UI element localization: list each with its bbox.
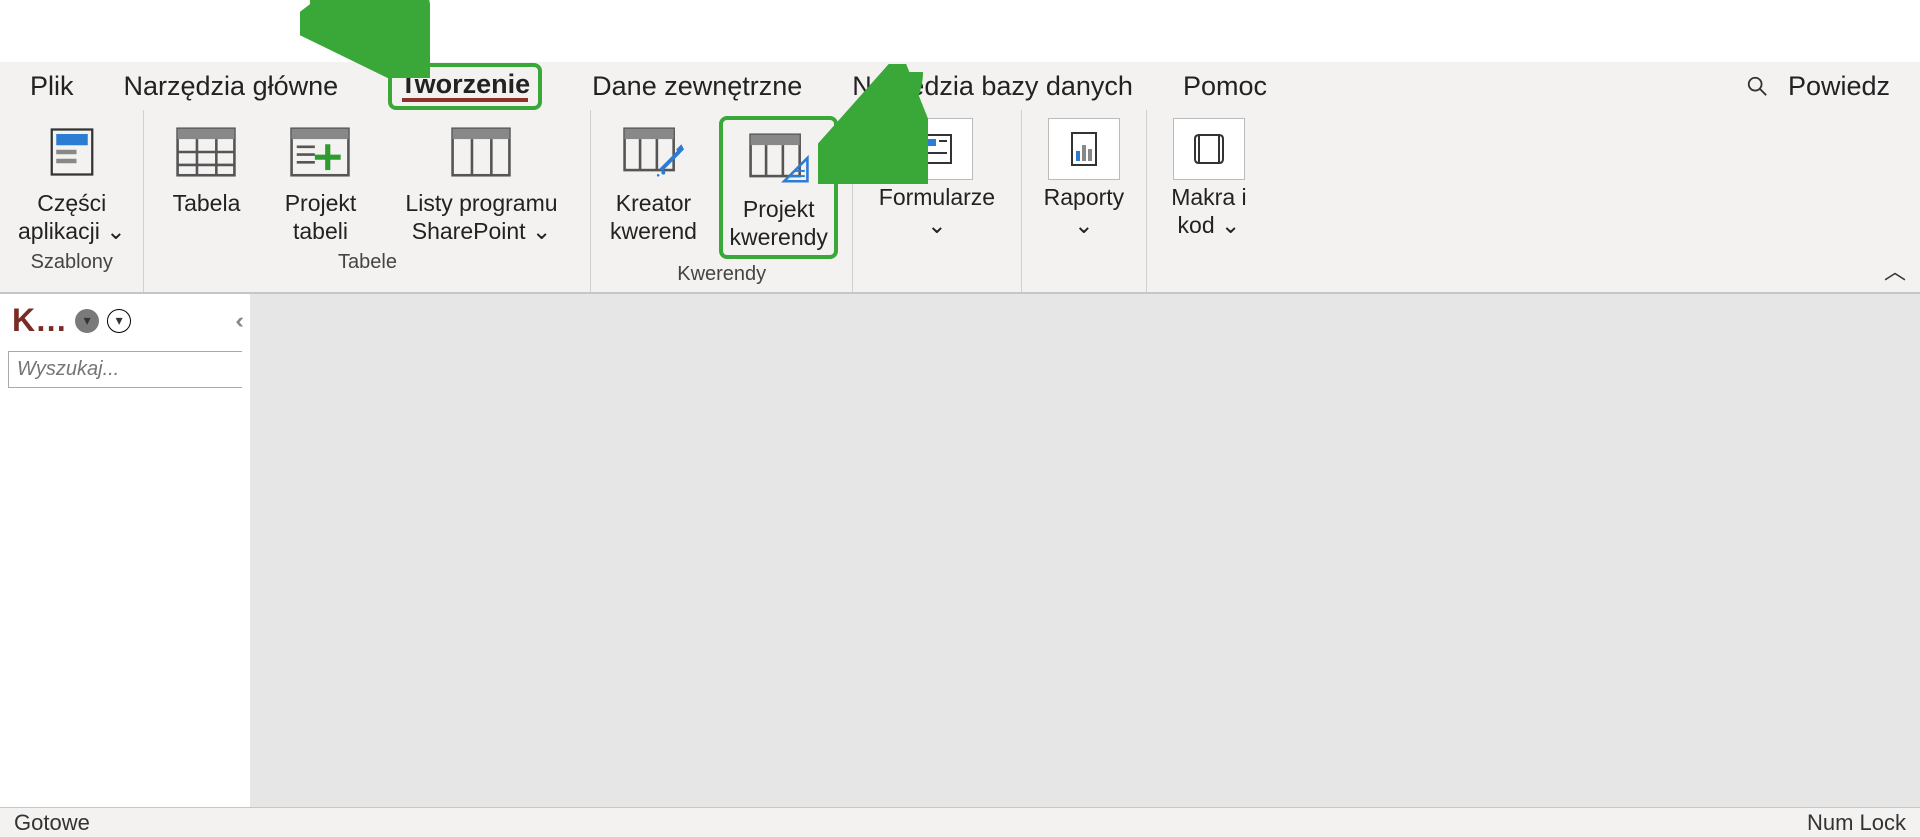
- document-area: [250, 294, 1920, 807]
- query-wizard-button[interactable]: Kreator kwerend: [605, 116, 701, 247]
- tab-file[interactable]: Plik: [30, 71, 74, 102]
- ribbon-tabs: Plik Narzędzia główne Tworzenie Dane zew…: [0, 62, 1920, 110]
- ribbon: Części aplikacji ⌄ Szablony: [0, 110, 1920, 294]
- form-icon: [917, 129, 957, 169]
- sharepoint-lists-button[interactable]: Listy programu SharePoint ⌄: [386, 116, 576, 247]
- tab-database-tools[interactable]: Narzędzia bazy danych: [852, 71, 1133, 102]
- nav-filter-dropdown[interactable]: ▾: [107, 309, 131, 333]
- status-text: Gotowe: [14, 810, 90, 836]
- tab-help[interactable]: Pomoc: [1183, 71, 1267, 102]
- nav-collapse-icon[interactable]: ‹‹: [235, 308, 238, 334]
- status-bar: Gotowe Num Lock: [0, 807, 1920, 837]
- group-label-tables: Tabele: [338, 247, 397, 278]
- application-parts-button[interactable]: Części aplikacji ⌄: [14, 116, 129, 247]
- query-wizard-icon: [622, 126, 684, 178]
- navigation-pane: K… ▾ ▾ ‹‹: [0, 294, 250, 807]
- sharepoint-icon: [450, 126, 512, 178]
- query-design-icon: [748, 132, 810, 184]
- app-parts-icon: [45, 125, 99, 179]
- forms-button[interactable]: Formularze ⌄: [867, 116, 1007, 241]
- table-design-icon: [289, 126, 351, 178]
- table-button[interactable]: Tabela: [158, 116, 254, 220]
- reports-button[interactable]: Raporty ⌄: [1036, 116, 1132, 241]
- search-icon: [1746, 75, 1768, 97]
- tell-me[interactable]: Powiedz: [1788, 71, 1890, 102]
- group-label-queries: Kwerendy: [677, 259, 766, 290]
- report-icon: [1064, 129, 1104, 169]
- group-label-templates: Szablony: [31, 247, 113, 278]
- nav-category-dropdown[interactable]: ▾: [75, 309, 99, 333]
- table-design-button[interactable]: Projekt tabeli: [272, 116, 368, 247]
- query-design-button[interactable]: Projekt kwerendy: [719, 116, 837, 259]
- table-icon: [175, 126, 237, 178]
- macro-icon: [1189, 129, 1229, 169]
- macros-button[interactable]: Makra i kod ⌄: [1161, 116, 1257, 241]
- tab-home[interactable]: Narzędzia główne: [124, 71, 339, 102]
- tab-external-data[interactable]: Dane zewnętrzne: [592, 71, 802, 102]
- tab-create[interactable]: Tworzenie: [388, 63, 542, 110]
- nav-pane-title: K…: [12, 302, 67, 339]
- collapse-ribbon-icon[interactable]: ︿: [1884, 254, 1906, 286]
- status-numlock: Num Lock: [1807, 810, 1906, 836]
